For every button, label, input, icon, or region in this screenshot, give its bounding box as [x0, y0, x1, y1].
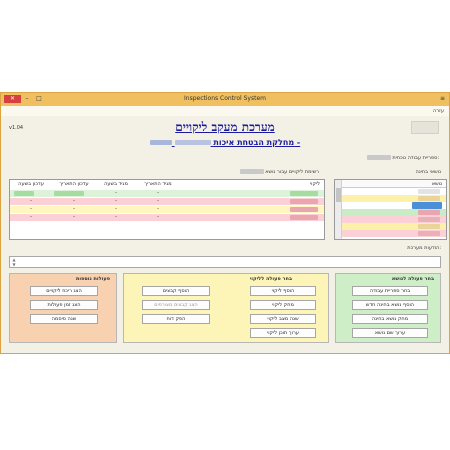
panel-title: בחר פעולה לליקוי: [249, 276, 292, 282]
table-cell: -: [30, 198, 32, 204]
redacted-text: [290, 199, 318, 204]
table-cell: -: [73, 206, 75, 212]
messages-label: הודעות מערכת:: [407, 245, 441, 251]
menu-bar: עזרה: [1, 106, 449, 116]
main-title: מערכת מעקב ליקויים: [175, 120, 275, 134]
menu-help[interactable]: עזרה: [433, 108, 444, 114]
column-header[interactable]: מגיד התאריך: [136, 180, 180, 189]
table-cell: -: [157, 214, 159, 220]
redacted-text: [418, 196, 440, 201]
table-row[interactable]: ----: [10, 214, 324, 221]
show-defects-summary-button[interactable]: הצג ריכוז ליקויים: [30, 286, 98, 296]
table-cell: -: [115, 190, 117, 196]
subject-actions-panel: בחר פעולה לנושא בחר ספריית עבודה הוסף נו…: [335, 273, 441, 343]
table-cell: -: [73, 214, 75, 220]
window-title: Inspections Control System: [184, 95, 266, 102]
scroll-thumb[interactable]: [336, 188, 341, 202]
working-dir-label: ספריית עבודה נוכחית:: [392, 155, 439, 161]
add-defect-button[interactable]: הוסף ליקוי: [250, 286, 316, 296]
subjects-scrollbar[interactable]: [335, 180, 342, 239]
show-attachments-button[interactable]: הצג קבצים מצורפים: [142, 300, 210, 310]
redacted-text: [290, 215, 318, 220]
subject-row[interactable]: [342, 216, 446, 223]
column-header[interactable]: ליקוי: [260, 180, 320, 189]
system-menu-icon[interactable]: ≡: [440, 95, 445, 102]
redacted-text: [54, 191, 84, 196]
column-header[interactable]: מגיד בשעה: [96, 180, 136, 189]
table-cell: -: [115, 214, 117, 220]
table-cell: -: [115, 198, 117, 204]
redacted-text: [418, 224, 440, 229]
table-row[interactable]: ----: [10, 198, 324, 205]
subjects-column-header[interactable]: נושא: [335, 180, 446, 188]
redacted-text: [412, 202, 442, 209]
redacted-text: [174, 140, 211, 145]
delete-defect-button[interactable]: מחק ליקוי: [250, 300, 316, 310]
column-header[interactable]: עדכון התאריך: [52, 180, 96, 189]
add-subject-button[interactable]: הוסף נושא בחינה חדש: [352, 300, 428, 310]
table-row[interactable]: --: [10, 190, 324, 197]
edit-defect-button[interactable]: ערוך תוכן ליקוי: [250, 328, 316, 338]
subjects-list[interactable]: נושא: [334, 179, 447, 240]
department-title: מחלקת הבטחת איכות -: [1, 138, 449, 147]
table-cell: -: [115, 206, 117, 212]
extra-actions-panel: פעולות נוספות הצג ריכוז ליקויים הצג זמן …: [9, 273, 117, 343]
generate-report-button[interactable]: הפק דוח: [142, 314, 210, 324]
table-cell: -: [157, 198, 159, 204]
subject-row[interactable]: [342, 188, 446, 195]
redacted-text: [366, 155, 391, 160]
subject-row[interactable]: [342, 195, 446, 202]
redacted-text: [239, 169, 264, 174]
table-cell: -: [30, 206, 32, 212]
delete-subject-button[interactable]: מחק נושא בחינה: [352, 314, 428, 324]
table-cell: -: [30, 214, 32, 220]
scroll-down-icon[interactable]: ▼: [11, 263, 17, 267]
messages-box[interactable]: ▲ ▼: [9, 256, 441, 268]
change-defect-status-button[interactable]: שנה מצב ליקוי: [250, 314, 316, 324]
department-label: מחלקת הבטחת איכות -: [213, 138, 301, 147]
rename-subject-button[interactable]: ערוך שם נושא: [352, 328, 428, 338]
title-bar: ✕ – □ Inspections Control System ≡: [1, 93, 449, 106]
subjects-label: נושאי בחינה: [415, 169, 441, 175]
show-action-times-button[interactable]: הצג זמן פעולות: [30, 300, 98, 310]
column-header[interactable]: עדכון בשעה: [10, 180, 52, 189]
subject-row[interactable]: [342, 223, 446, 230]
subject-row[interactable]: [342, 209, 446, 216]
change-password-button[interactable]: שנה סיסמה: [30, 314, 98, 324]
table-cell: -: [73, 198, 75, 204]
redacted-text: [290, 191, 318, 196]
table-cell: -: [157, 190, 159, 196]
inspections-table[interactable]: ליקוי מגיד התאריך מגיד בשעה עדכון התאריך…: [9, 179, 325, 240]
add-files-button[interactable]: הוסף קבצים: [142, 286, 210, 296]
defect-actions-panel: בחר פעולה לליקוי הוסף ליקוי מחק ליקוי שנ…: [123, 273, 329, 343]
app-window: ✕ – □ Inspections Control System ≡ עזרה …: [0, 92, 450, 354]
redacted-text: [418, 189, 440, 194]
redacted-text: [14, 191, 34, 196]
subject-row[interactable]: [342, 202, 446, 209]
inspections-label: רשימת ליקויים עבור נושא: [239, 169, 319, 175]
redacted-text: [418, 217, 440, 222]
redacted-text: [290, 207, 318, 212]
subject-row[interactable]: [342, 230, 446, 237]
select-workdir-button[interactable]: בחר ספריית עבודה: [352, 286, 428, 296]
panel-title: פעולות נוספות: [75, 276, 110, 282]
redacted-text: [418, 210, 440, 215]
redacted-text: [418, 231, 440, 236]
working-dir-row: ספריית עבודה נוכחית:: [366, 155, 439, 161]
table-cell: -: [157, 206, 159, 212]
panel-title: בחר פעולה לנושא: [391, 276, 434, 282]
redacted-text: [149, 140, 172, 145]
table-row[interactable]: ----: [10, 206, 324, 213]
